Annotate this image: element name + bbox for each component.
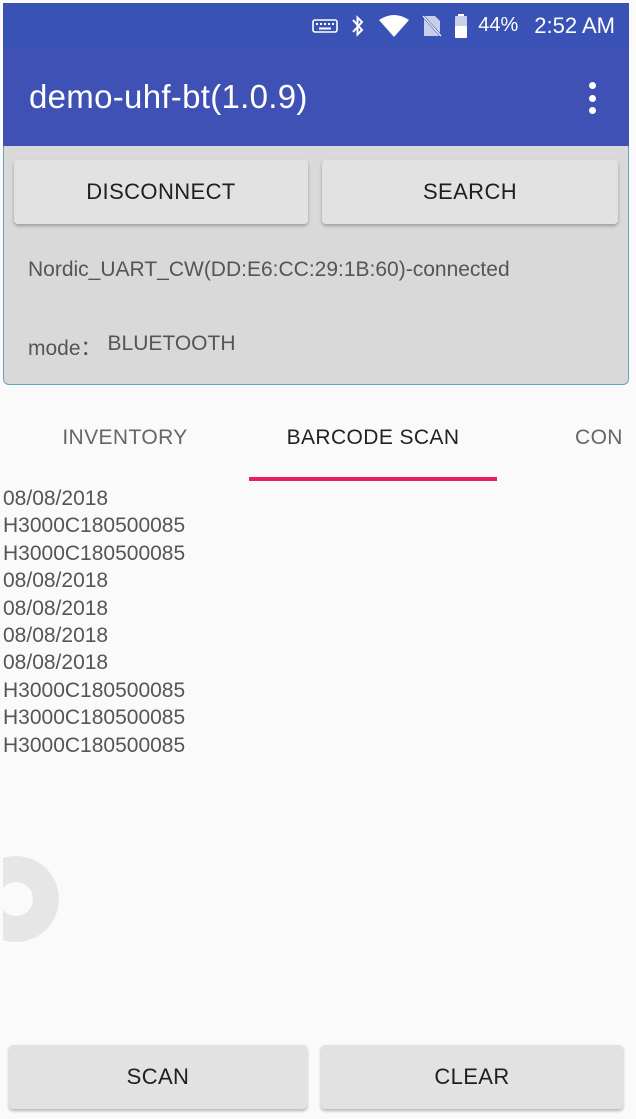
device-status: Nordic_UART_CW(DD:E6:CC:29:1B:60)-connec… bbox=[28, 258, 510, 281]
mode-row: mode： BLUETOOTH bbox=[28, 332, 236, 362]
list-item: H3000C180500085 bbox=[3, 706, 186, 730]
overflow-dot bbox=[588, 82, 596, 89]
scan-results-list[interactable]: 08/08/2018 H3000C180500085 H3000C1805000… bbox=[3, 485, 629, 759]
tab-inventory[interactable]: INVENTORY bbox=[25, 395, 225, 481]
overflow-dot bbox=[588, 107, 596, 114]
app-bar: demo-uhf-bt(1.0.9) bbox=[3, 48, 629, 146]
tab-barcode-scan[interactable]: BARCODE SCAN bbox=[249, 395, 497, 481]
list-item: H3000C180500085 bbox=[3, 541, 186, 565]
clear-button[interactable]: CLEAR bbox=[321, 1045, 623, 1109]
battery-icon bbox=[454, 13, 468, 39]
no-sim-icon bbox=[422, 14, 443, 38]
list-item: 08/08/2018 bbox=[3, 487, 109, 510]
list-item: H3000C180500085 bbox=[3, 514, 186, 538]
keyboard-icon bbox=[312, 18, 339, 34]
search-button[interactable]: SEARCH bbox=[322, 160, 618, 224]
floating-circle-icon[interactable] bbox=[3, 856, 59, 942]
mode-label: mode： bbox=[28, 337, 102, 360]
list-item: 08/08/2018 bbox=[3, 569, 109, 593]
more-vert-icon[interactable] bbox=[577, 78, 607, 118]
list-item: 08/08/2018 bbox=[3, 651, 109, 675]
status-bar: 44% 2:52 AM bbox=[3, 3, 629, 48]
disconnect-button[interactable]: DISCONNECT bbox=[14, 160, 308, 224]
wifi-icon bbox=[378, 14, 410, 38]
list-item: 08/08/2018 bbox=[3, 623, 109, 647]
app-title: demo-uhf-bt(1.0.9) bbox=[29, 78, 308, 115]
list-item: 08/08/2018 bbox=[3, 596, 109, 620]
tab-con[interactable]: CON bbox=[575, 395, 629, 481]
battery-percent: 44% bbox=[478, 14, 519, 36]
clock: 2:52 AM bbox=[534, 12, 615, 38]
app-screen: 44% 2:52 AM demo-uhf-bt(1.0.9) DISCONNEC… bbox=[3, 3, 629, 1119]
connection-panel: DISCONNECT SEARCH Nordic_UART_CW(DD:E6:C… bbox=[3, 146, 629, 385]
overflow-dot bbox=[588, 94, 596, 102]
tab-indicator bbox=[249, 477, 497, 481]
tab-bar: INVENTORY BARCODE SCAN CON bbox=[3, 395, 629, 481]
list-item: H3000C180500085 bbox=[3, 733, 186, 757]
bluetooth-icon bbox=[350, 13, 366, 39]
mode-value: BLUETOOTH bbox=[107, 332, 236, 355]
list-item: H3000C180500085 bbox=[3, 678, 186, 702]
scan-button[interactable]: SCAN bbox=[9, 1045, 307, 1109]
